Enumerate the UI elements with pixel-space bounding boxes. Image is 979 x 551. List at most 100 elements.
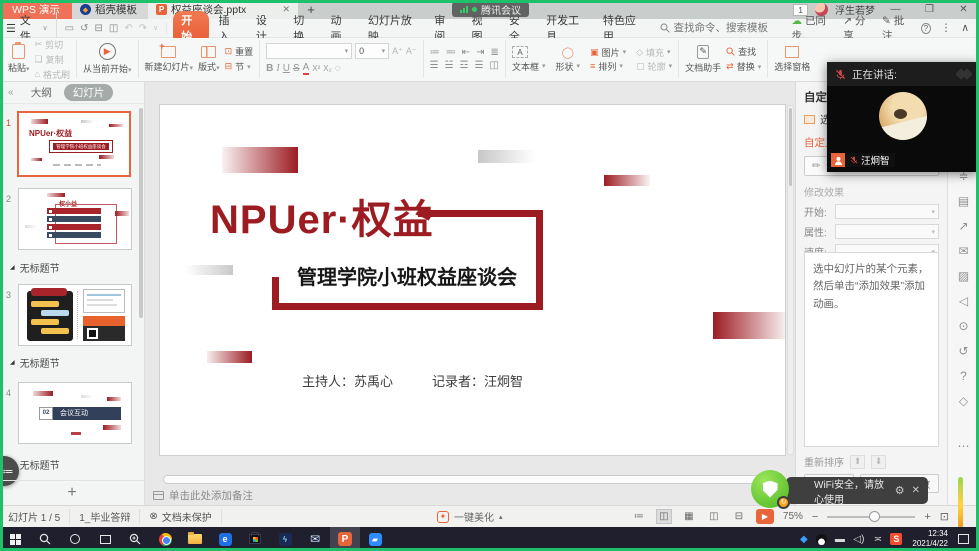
textbox-button[interactable]: 文本框▾	[512, 60, 546, 73]
strikethrough-button[interactable]: S	[293, 63, 300, 74]
taskbar-clock[interactable]: 12:34 2021/4/22	[912, 529, 948, 549]
property-select[interactable]: ▾	[835, 224, 939, 239]
increase-font-icon[interactable]: A⁺	[392, 46, 403, 57]
preview-icon[interactable]: ◫	[109, 23, 118, 34]
bullets-icon[interactable]: ≔	[430, 47, 440, 58]
close-toast-icon[interactable]: ✕	[912, 485, 920, 496]
sound-icon[interactable]: ◁	[959, 294, 968, 308]
align-left-icon[interactable]: ☰	[430, 60, 439, 71]
undo-icon[interactable]: ↶	[124, 23, 132, 34]
cortana-button[interactable]	[60, 527, 90, 551]
tab-slides[interactable]: 幻灯片	[64, 84, 114, 101]
export-icon[interactable]: ↗	[958, 219, 968, 233]
meeting-status-pill[interactable]: 腾讯会议	[452, 2, 529, 17]
format-painter-button[interactable]: ⌂格式刷	[35, 68, 70, 81]
record-icon[interactable]: ⊙	[958, 319, 968, 333]
tab-outline[interactable]: 大纲	[31, 85, 52, 100]
clear-format-icon[interactable]: ◌	[335, 63, 341, 74]
columns-icon[interactable]: ◫	[490, 60, 499, 71]
reset-button[interactable]: ⊡重置	[225, 45, 254, 58]
mail-button[interactable]: ✉	[300, 527, 330, 551]
tencent-meeting-button[interactable]: ▰	[360, 527, 390, 551]
arrange-button[interactable]: ≡排列▾	[590, 60, 626, 73]
slide-1-canvas[interactable]: NPUer·权益 管理学院小班权益座谈会 主持人：苏禹心 记录者：汪炯智	[160, 105, 785, 455]
align-right-icon[interactable]: ☲	[460, 60, 469, 71]
indent-icon[interactable]: ⇥	[476, 47, 484, 58]
slide-thumbnail-1[interactable]: NPUer·权益 管理学院小班权益座谈会	[17, 111, 131, 177]
taskbar-search-button[interactable]	[30, 527, 60, 551]
move-down-icon[interactable]: ⬇	[871, 455, 886, 469]
reading-view-icon[interactable]: ◫	[706, 509, 722, 524]
decrease-font-icon[interactable]: A⁻	[406, 46, 417, 57]
zoom-out-button[interactable]: −	[812, 511, 818, 523]
document-protection[interactable]: ⊗文档未保护	[140, 509, 221, 524]
blue-app-button[interactable]: e	[210, 527, 240, 551]
subscript-button[interactable]: X₂	[323, 64, 331, 73]
animation-list-box[interactable]: 选中幻灯片的某个元素，然后单击“添加效果”添加动画。	[804, 252, 939, 447]
template-name[interactable]: 1_毕业答辩	[70, 509, 140, 524]
meeting-float-window[interactable]: 正在讲话: 汪炯智	[827, 62, 979, 172]
search-input[interactable]	[674, 22, 792, 34]
font-size-select[interactable]: 0▾	[355, 43, 389, 59]
help-icon[interactable]: ?	[921, 23, 931, 34]
layout-button[interactable]: 版式▾	[198, 46, 220, 73]
wifi-toast[interactable]: WiFi安全，请放心使用 ⚙ ✕	[786, 477, 928, 504]
line-spacing-icon[interactable]: ≣	[490, 47, 498, 58]
box-icon[interactable]: ◇	[959, 394, 968, 408]
slide-title[interactable]: NPUer·权益	[210, 197, 434, 243]
beautify-button[interactable]: ✦ 一键美化 ▴	[437, 509, 503, 524]
font-color-button[interactable]: A	[303, 62, 310, 75]
shapes-button[interactable]: 形状▾	[556, 60, 581, 73]
play-from-current-button[interactable]: ▶ 从当前开始▾	[83, 43, 132, 75]
more-dots-icon[interactable]: ⋯	[958, 439, 970, 453]
sogou-input-icon[interactable]: S	[890, 533, 902, 545]
zoom-value[interactable]: 75%	[783, 511, 803, 522]
normal-view-icon[interactable]: ◫	[656, 509, 672, 524]
action-center-icon[interactable]	[958, 534, 969, 544]
security-shield-icon[interactable]: ↻	[751, 470, 789, 508]
find-button[interactable]: 查找	[726, 45, 761, 58]
paste-button[interactable]: 粘贴▾	[8, 44, 30, 74]
underline-button[interactable]: U	[283, 63, 290, 74]
outdent-icon[interactable]: ⇤	[462, 47, 470, 58]
cut-button[interactable]: ✂剪切	[35, 38, 70, 51]
collapse-panel-icon[interactable]: «	[8, 87, 14, 98]
chevron-down-icon[interactable]: ∨	[153, 24, 158, 32]
section-header[interactable]: ◢无标题节	[10, 355, 60, 370]
device-tray-icon[interactable]: ▬	[833, 534, 846, 545]
volume-tray-icon[interactable]: ◁)	[852, 534, 865, 545]
slide-thumbnail-4[interactable]: 02 会议互动	[18, 382, 132, 444]
notes-bar[interactable]: 单击此处添加备注	[153, 488, 253, 503]
fill-button[interactable]: ◇填充▾	[636, 46, 672, 59]
font-family-select[interactable]: ▾	[266, 43, 352, 59]
slide-subtitle[interactable]: 管理学院小班权益座谈会	[278, 261, 536, 290]
outline-button[interactable]: ▢轮廓▾	[636, 60, 672, 73]
tab-docer-templates[interactable]: ◆ 稻壳模板	[72, 0, 148, 19]
dev-tool-button[interactable]: ϟ	[270, 527, 300, 551]
add-slide-button[interactable]: +	[0, 480, 144, 505]
gear-icon[interactable]: ⚙	[895, 484, 905, 497]
collapse-ribbon-icon[interactable]: ∧	[961, 22, 969, 34]
zoom-in-button[interactable]: +	[924, 511, 930, 523]
wps-taskbar-button[interactable]: P	[330, 527, 360, 551]
bold-button[interactable]: B	[266, 63, 273, 74]
numbering-icon[interactable]: ≕	[446, 47, 456, 58]
save-icon[interactable]: ▭	[65, 23, 74, 34]
presenter-view-icon[interactable]: ⊟	[731, 509, 747, 524]
chrome-button[interactable]	[150, 527, 180, 551]
command-search[interactable]	[660, 22, 792, 34]
new-slide-button[interactable]: 新建幻灯片▾	[145, 46, 194, 73]
gallery-icon[interactable]: ▤	[958, 194, 969, 208]
slide-thumbnail-2[interactable]: 权小益	[18, 188, 132, 250]
sidebar-scrollbar[interactable]	[139, 108, 143, 318]
task-view-button[interactable]	[90, 527, 120, 551]
qq-tray-icon[interactable]	[816, 534, 827, 545]
history-icon[interactable]: ↺	[958, 344, 968, 358]
start-select[interactable]: ▾	[835, 204, 939, 219]
canvas-vertical-scrollbar[interactable]	[787, 105, 794, 455]
doc-assistant-button[interactable]: ✎ 文档助手	[685, 45, 721, 74]
section-button[interactable]: ⊟节▾	[225, 60, 254, 73]
image-tools-icon[interactable]: ▨	[958, 269, 969, 283]
slide-presenters[interactable]: 主持人：苏禹心 记录者：汪炯智	[160, 371, 665, 390]
more-menu-icon[interactable]: ⋮	[941, 22, 952, 34]
